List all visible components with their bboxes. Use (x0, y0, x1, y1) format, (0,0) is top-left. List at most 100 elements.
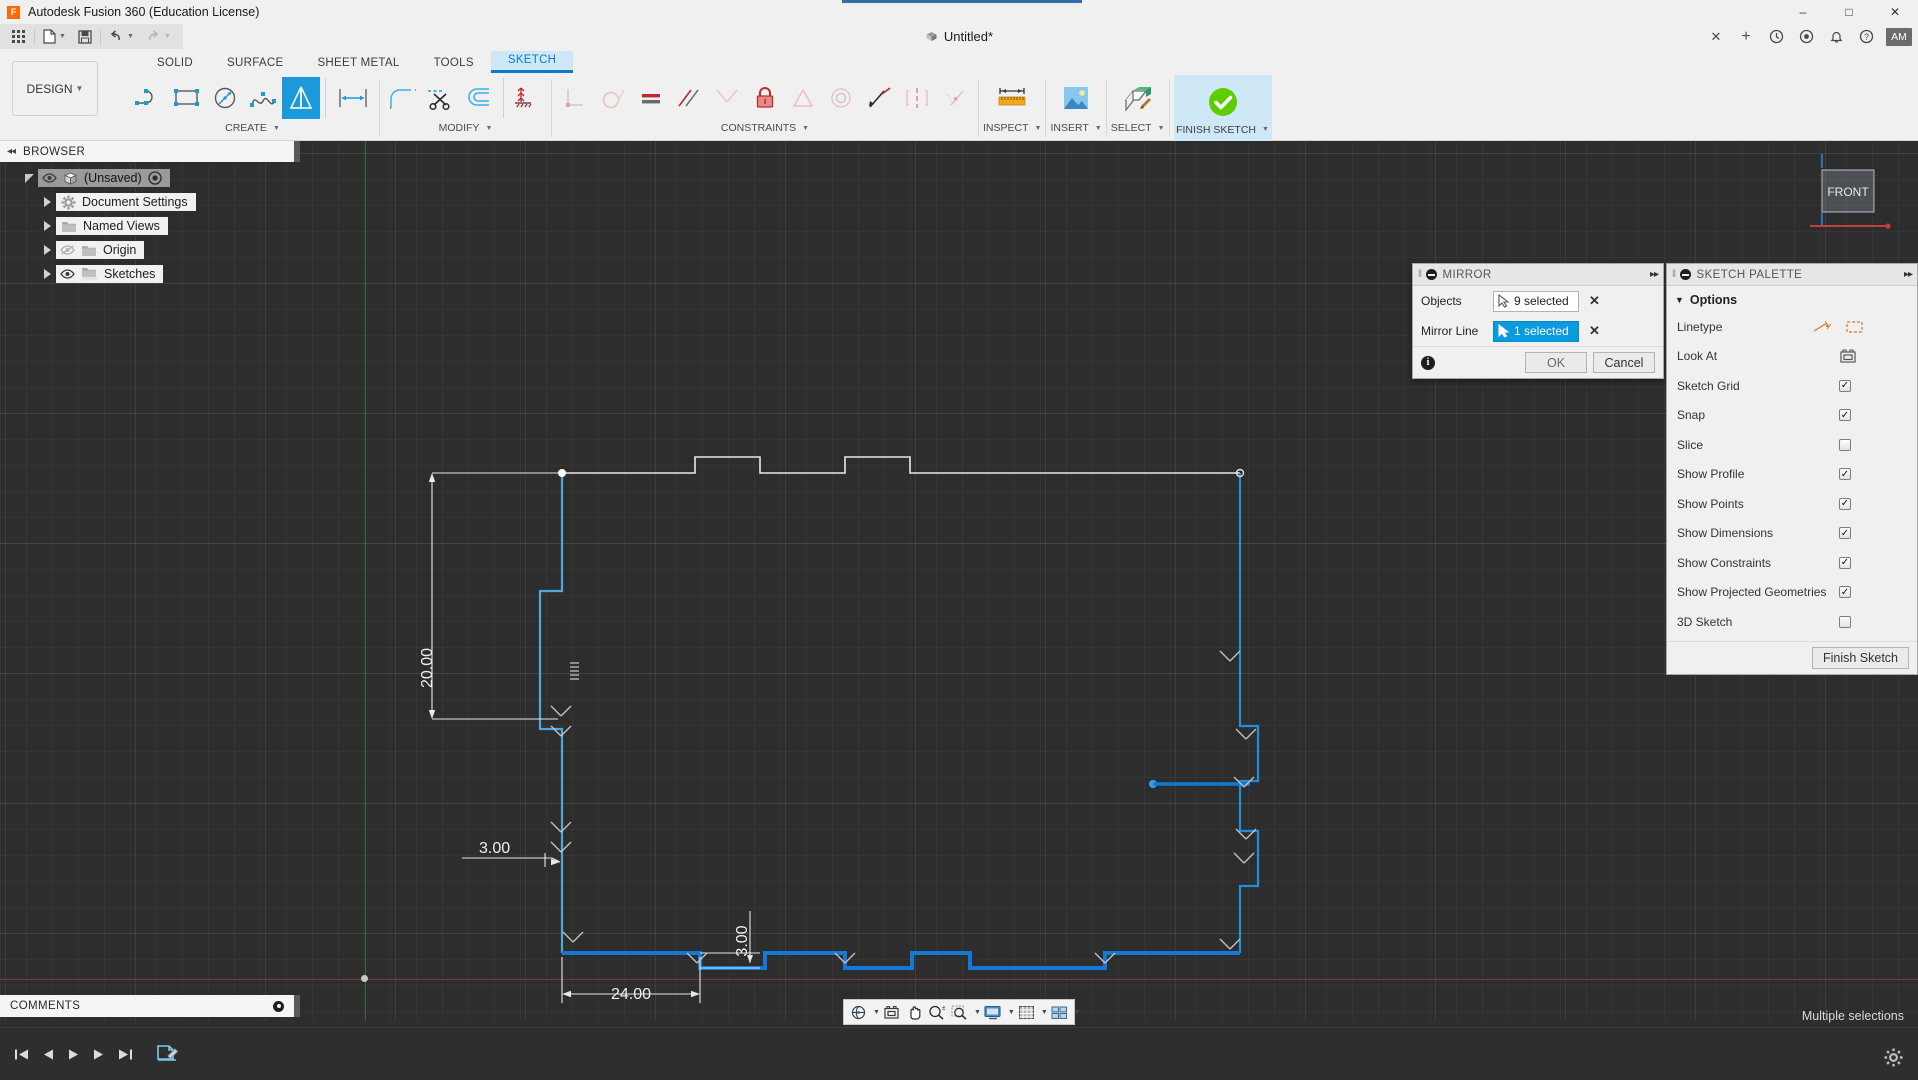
zoom-window-icon[interactable] (948, 1000, 971, 1024)
construction-line-icon[interactable] (1813, 319, 1833, 335)
tab-tools[interactable]: TOOLS (417, 54, 491, 73)
mirror-ok-button[interactable]: OK (1525, 352, 1587, 373)
mirror-icon[interactable] (282, 77, 320, 119)
concentric-icon[interactable] (822, 77, 860, 119)
centerline-icon[interactable] (1845, 319, 1865, 335)
expand-arrow-icon[interactable] (38, 197, 56, 207)
look-at-icon[interactable] (1839, 348, 1857, 364)
tab-sketch[interactable]: SKETCH (491, 51, 573, 73)
visibility-eye-off-icon[interactable] (60, 244, 75, 256)
avatar[interactable]: AM (1886, 28, 1912, 46)
ribbon-group-label-insert[interactable]: INSERT ▼ (1050, 122, 1101, 134)
midpoint-icon[interactable] (708, 77, 746, 119)
chevron-down-icon[interactable]: ▼ (873, 1009, 880, 1016)
app-grid-icon[interactable] (6, 24, 32, 49)
go-to-beginning-icon[interactable] (8, 1039, 34, 1069)
look-at-icon[interactable] (880, 1000, 903, 1024)
collapse-palette-icon[interactable] (1680, 269, 1691, 280)
display-settings-icon[interactable] (981, 1000, 1005, 1024)
chevron-down-icon[interactable]: ▼ (59, 33, 66, 40)
sketch-grid-checkbox[interactable]: ✓ (1839, 380, 1851, 392)
browser-item-label-box[interactable]: Named Views (56, 217, 168, 235)
project-icon[interactable] (509, 77, 547, 119)
tangent-icon[interactable] (594, 77, 632, 119)
expand-palette-icon[interactable]: ▸▸ (1904, 269, 1912, 280)
visibility-eye-icon[interactable] (42, 172, 57, 184)
step-back-icon[interactable] (34, 1039, 60, 1069)
chevron-down-icon[interactable]: ▼ (974, 1009, 981, 1016)
orbit-icon[interactable] (847, 1000, 870, 1024)
show-dimensions-checkbox[interactable]: ✓ (1839, 527, 1851, 539)
new-document-icon[interactable]: ▼ (37, 24, 72, 49)
drag-grip-icon[interactable]: ‖ (1418, 269, 1423, 280)
select-icon[interactable] (1116, 77, 1160, 119)
comments-bar[interactable]: COMMENTS (0, 995, 294, 1017)
collapse-browser-icon[interactable]: ◂◂ (7, 146, 15, 157)
trim-icon[interactable] (422, 77, 460, 119)
coincident-icon[interactable] (784, 77, 822, 119)
ribbon-group-label-finish-sketch[interactable]: FINISH SKETCH ▼ (1176, 124, 1269, 136)
chevron-down-icon[interactable]: ▼ (1675, 295, 1684, 305)
fillet-icon[interactable] (384, 77, 422, 119)
sketch-palette-header[interactable]: ‖ SKETCH PALETTE ▸▸ (1667, 264, 1917, 286)
job-status-icon[interactable] (1762, 24, 1790, 49)
mirror-objects-selection[interactable]: 9 selected (1493, 291, 1579, 312)
show-constraints-checkbox[interactable]: ✓ (1839, 557, 1851, 569)
spline-icon[interactable] (244, 77, 282, 119)
extensions-icon[interactable] (1792, 24, 1820, 49)
3d-sketch-checkbox[interactable] (1839, 616, 1851, 628)
symmetry-icon[interactable] (898, 77, 936, 119)
ribbon-group-label-inspect[interactable]: INSPECT ▼ (983, 122, 1041, 134)
insert-image-icon[interactable] (1054, 77, 1098, 119)
ribbon-group-label-create[interactable]: CREATE ▼ (225, 122, 280, 134)
visibility-eye-icon[interactable] (60, 268, 75, 280)
browser-item-label-box[interactable]: Sketches (56, 265, 163, 283)
browser-item-sketches[interactable]: Sketches (0, 262, 300, 286)
slice-checkbox[interactable] (1839, 439, 1851, 451)
show-profile-checkbox[interactable]: ✓ (1839, 468, 1851, 480)
add-tab-button[interactable]: + (1732, 24, 1760, 49)
redo-icon[interactable]: ▼ (140, 24, 177, 49)
browser-item-unsaved[interactable]: (Unsaved) (0, 166, 300, 190)
browser-item-origin[interactable]: Origin (0, 238, 300, 262)
browser-resize-handle[interactable] (294, 141, 300, 162)
expand-arrow-icon[interactable] (38, 245, 56, 255)
chevron-down-icon[interactable]: ▼ (1041, 1009, 1048, 1016)
chevron-down-icon[interactable]: ▼ (1074, 1009, 1081, 1016)
go-to-end-icon[interactable] (112, 1039, 138, 1069)
chevron-down-icon[interactable]: ▼ (127, 33, 134, 40)
equal-icon[interactable] (632, 77, 670, 119)
show-points-checkbox[interactable]: ✓ (1839, 498, 1851, 510)
radio-activate-icon[interactable] (148, 171, 162, 185)
view-cube[interactable]: FRONT (1810, 154, 1880, 224)
close-document-button[interactable]: ✕ (1702, 24, 1730, 49)
tab-solid[interactable]: SOLID (140, 54, 210, 73)
measure-icon[interactable] (990, 77, 1034, 119)
play-icon[interactable] (60, 1039, 86, 1069)
offset-icon[interactable] (460, 77, 498, 119)
expand-dialog-icon[interactable]: ▸▸ (1650, 269, 1658, 280)
browser-item-label-box[interactable]: Origin (56, 241, 144, 259)
minimize-button[interactable]: – (1780, 0, 1826, 24)
grid-snaps-icon[interactable] (1015, 1000, 1038, 1024)
mirror-dialog-header[interactable]: ‖ MIRROR ▸▸ (1413, 264, 1663, 286)
ribbon-group-label-select[interactable]: SELECT ▼ (1111, 122, 1165, 134)
palette-finish-sketch-button[interactable]: Finish Sketch (1812, 647, 1909, 669)
timeline-feature-sketch[interactable] (152, 1039, 182, 1069)
expand-arrow-icon[interactable] (38, 221, 56, 231)
info-icon[interactable]: i (1421, 356, 1435, 370)
workspace-switcher-button[interactable]: DESIGN ▼ (12, 61, 98, 116)
show-projected-geometries-checkbox[interactable]: ✓ (1839, 586, 1851, 598)
snap-checkbox[interactable]: ✓ (1839, 409, 1851, 421)
browser-item-label-box[interactable]: Document Settings (56, 193, 196, 211)
timeline-settings-gear-icon[interactable] (1882, 1046, 1904, 1068)
palette-section-options[interactable]: ▼ Options (1667, 288, 1917, 312)
ribbon-group-label-constraints[interactable]: CONSTRAINTS ▼ (721, 122, 809, 134)
clear-mirror-line-button[interactable]: ✕ (1589, 323, 1600, 339)
browser-item-label-box[interactable]: (Unsaved) (38, 169, 170, 187)
close-window-button[interactable]: ✕ (1872, 0, 1918, 24)
ribbon-group-label-modify[interactable]: MODIFY ▼ (439, 122, 493, 134)
perpendicular-icon[interactable] (556, 77, 594, 119)
tab-sheet-metal[interactable]: SHEET METAL (300, 54, 416, 73)
maximize-button[interactable]: □ (1826, 0, 1872, 24)
